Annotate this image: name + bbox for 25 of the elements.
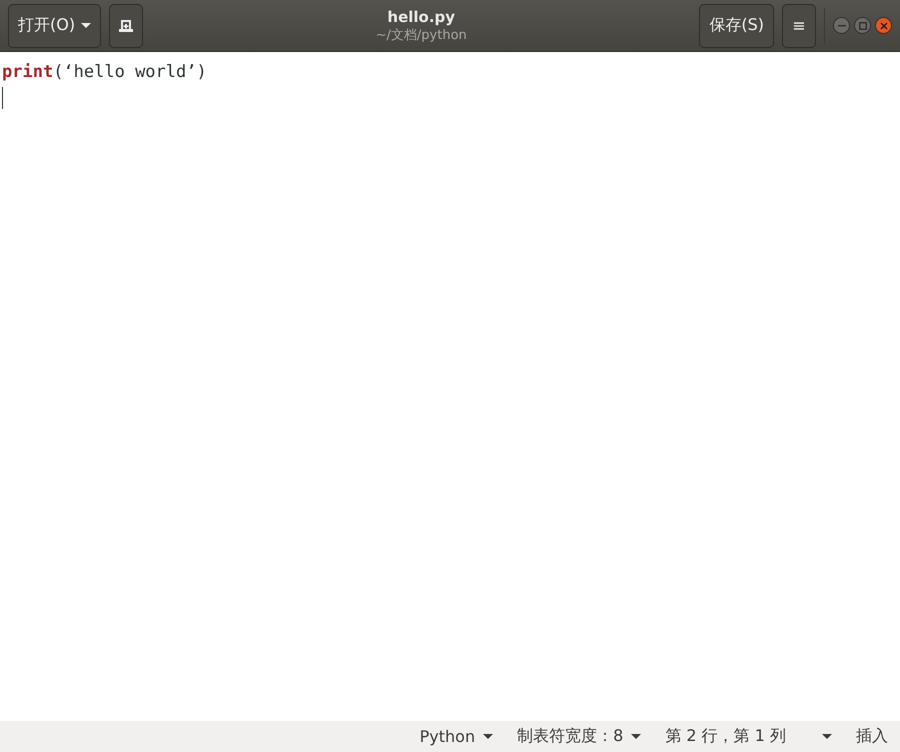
minimize-icon	[838, 24, 846, 26]
language-selector[interactable]: Python	[420, 727, 494, 746]
close-button[interactable]	[875, 17, 892, 34]
open-button[interactable]: 打开(O)	[8, 4, 102, 48]
window-subtitle: ~/文档/python	[376, 26, 467, 44]
dropdown-arrow-icon	[483, 734, 494, 739]
close-icon	[880, 22, 888, 30]
code-text: (‘hello world’)	[53, 61, 207, 84]
code-keyword: print	[2, 61, 54, 84]
maximize-button[interactable]	[854, 17, 871, 34]
menu-button[interactable]: ≡	[782, 4, 816, 48]
window-title: hello.py	[387, 8, 456, 26]
text-editor[interactable]: print(‘hello world’)	[0, 52, 900, 721]
save-button[interactable]: 保存(S)	[699, 4, 774, 48]
dropdown-arrow-icon	[822, 734, 832, 739]
tab-width-selector[interactable]: 制表符宽度：8	[517, 726, 642, 747]
text-cursor	[2, 87, 3, 109]
maximize-icon	[858, 22, 866, 30]
minimize-button[interactable]	[833, 17, 850, 34]
cursor-position-selector[interactable]: 第 2 行，第 1 列	[665, 726, 832, 747]
new-tab-icon	[118, 18, 134, 32]
new-document-button[interactable]	[109, 4, 144, 48]
insert-mode-label: 插入	[856, 726, 888, 747]
dropdown-arrow-icon	[81, 23, 92, 28]
dropdown-arrow-icon	[631, 734, 642, 739]
